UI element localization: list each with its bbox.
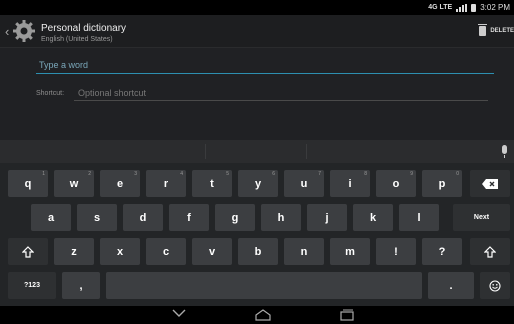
- shortcut-label: Shortcut:: [36, 90, 65, 97]
- key-p[interactable]: p0: [422, 170, 462, 197]
- backspace-icon: [482, 178, 498, 189]
- backspace-key[interactable]: [470, 170, 510, 197]
- trash-icon: [478, 24, 488, 36]
- status-bar: 4G LTE 3:02 PM: [0, 0, 514, 15]
- keyboard: q1 w2 e3 r4 t5 y6 u7 i8 o9 p0 a s d f g …: [0, 163, 514, 306]
- key-x[interactable]: x: [100, 238, 140, 265]
- key-q[interactable]: q1: [8, 170, 48, 197]
- key-h[interactable]: h: [261, 204, 301, 231]
- emoji-icon: [489, 279, 501, 292]
- space-key[interactable]: [106, 272, 422, 299]
- key-m[interactable]: m: [330, 238, 370, 265]
- shift-key-left[interactable]: [8, 238, 48, 265]
- key-g[interactable]: g: [215, 204, 255, 231]
- key-r[interactable]: r4: [146, 170, 186, 197]
- navigation-bar: [0, 306, 514, 324]
- key-s[interactable]: s: [77, 204, 117, 231]
- key-t[interactable]: t5: [192, 170, 232, 197]
- delete-label: DELETE: [490, 28, 514, 34]
- nav-back-icon[interactable]: [172, 309, 186, 317]
- status-time: 3:02 PM: [480, 3, 510, 12]
- shift-icon: [22, 245, 34, 258]
- dictionary-form: Shortcut:: [0, 48, 514, 140]
- key-period[interactable]: .: [428, 272, 474, 299]
- nav-home-icon[interactable]: [255, 309, 271, 321]
- next-key[interactable]: Next: [453, 204, 510, 231]
- key-v[interactable]: v: [192, 238, 232, 265]
- up-navigation-icon[interactable]: ‹: [5, 24, 9, 39]
- key-b[interactable]: b: [238, 238, 278, 265]
- shift-icon: [484, 245, 496, 258]
- key-f[interactable]: f: [169, 204, 209, 231]
- page-subtitle: English (United States): [41, 36, 113, 43]
- key-c[interactable]: c: [146, 238, 186, 265]
- nav-recent-icon[interactable]: [340, 309, 354, 321]
- key-w[interactable]: w2: [54, 170, 94, 197]
- word-input[interactable]: [36, 57, 494, 74]
- microphone-icon[interactable]: [502, 145, 507, 158]
- action-bar: ‹ Personal dictionary English (United St…: [0, 15, 514, 48]
- delete-button[interactable]: DELETE: [478, 24, 514, 36]
- page-title: Personal dictionary: [41, 23, 127, 34]
- symbols-key[interactable]: ?123: [8, 272, 56, 299]
- suggestion-strip[interactable]: [0, 140, 514, 163]
- key-l[interactable]: l: [399, 204, 439, 231]
- suggestion-divider: [205, 144, 206, 159]
- key-n[interactable]: n: [284, 238, 324, 265]
- key-j[interactable]: j: [307, 204, 347, 231]
- shift-key-right[interactable]: [470, 238, 510, 265]
- key-d[interactable]: d: [123, 204, 163, 231]
- key-exclamation[interactable]: !: [376, 238, 416, 265]
- key-question[interactable]: ?: [422, 238, 462, 265]
- key-u[interactable]: u7: [284, 170, 324, 197]
- signal-icon: [456, 3, 468, 12]
- shortcut-input[interactable]: [74, 85, 488, 101]
- key-comma[interactable]: ,: [62, 272, 100, 299]
- key-k[interactable]: k: [353, 204, 393, 231]
- key-i[interactable]: i8: [330, 170, 370, 197]
- battery-icon: [471, 3, 477, 12]
- key-o[interactable]: o9: [376, 170, 416, 197]
- key-a[interactable]: a: [31, 204, 71, 231]
- gear-icon[interactable]: [12, 19, 36, 43]
- key-e[interactable]: e3: [100, 170, 140, 197]
- key-y[interactable]: y6: [238, 170, 278, 197]
- key-z[interactable]: z: [54, 238, 94, 265]
- emoji-key[interactable]: [480, 272, 510, 299]
- suggestion-divider: [306, 144, 307, 159]
- network-type: 4G LTE: [428, 4, 453, 11]
